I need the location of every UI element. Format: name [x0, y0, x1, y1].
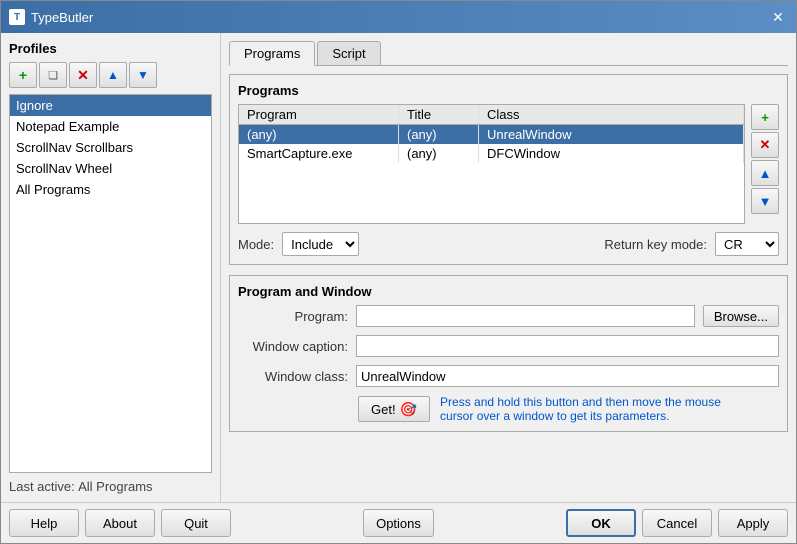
program-row: Program: Browse... [238, 305, 779, 327]
window-class-label: Window class: [238, 369, 348, 384]
get-hint: Press and hold this button and then move… [440, 395, 721, 423]
main-content: Profiles + ❏ ✕ ▲ ▼ IgnoreNotepad Example [1, 33, 796, 502]
table-side-buttons: + ✕ ▲ ▼ [751, 104, 779, 224]
get-icon: 🎯 [400, 401, 417, 418]
help-button[interactable]: Help [9, 509, 79, 537]
cell-program: SmartCapture.exe [239, 144, 399, 163]
cell-class: DFCWindow [479, 144, 744, 163]
profile-item[interactable]: ScrollNav Scrollbars [10, 137, 211, 158]
delete-row-button[interactable]: ✕ [751, 132, 779, 158]
get-label: Get! [371, 402, 396, 417]
last-active: Last active: All Programs [9, 479, 212, 494]
prog-window-group-title: Program and Window [238, 284, 779, 299]
plus-icon: + [761, 110, 769, 125]
cell-title: (any) [399, 144, 479, 163]
mode-select[interactable]: IncludeExclude [282, 232, 359, 256]
quit-button[interactable]: Quit [161, 509, 231, 537]
window-caption-input[interactable] [356, 335, 779, 357]
program-label: Program: [238, 309, 348, 324]
title-bar-left: T TypeButler [9, 9, 93, 25]
programs-group: Programs ProgramTitleClass(any)(any)Unre… [229, 74, 788, 265]
window-class-row: Window class: [238, 365, 779, 387]
about-button[interactable]: About [85, 509, 155, 537]
arrow-down-icon: ▼ [137, 68, 149, 82]
window-class-input[interactable] [356, 365, 779, 387]
profile-item[interactable]: ScrollNav Wheel [10, 158, 211, 179]
col-header-class: Class [479, 105, 744, 124]
tabs: ProgramsScript [229, 41, 788, 66]
delete-profile-button[interactable]: ✕ [69, 62, 97, 88]
cell-title: (any) [399, 125, 479, 144]
add-row-button[interactable]: + [751, 104, 779, 130]
move-row-up-button[interactable]: ▲ [751, 160, 779, 186]
get-row: Get! 🎯 Press and hold this button and th… [238, 395, 779, 423]
move-row-down-button[interactable]: ▼ [751, 188, 779, 214]
return-key-label: Return key mode: [604, 237, 707, 252]
programs-group-title: Programs [238, 83, 779, 98]
profile-list[interactable]: IgnoreNotepad ExampleScrollNav Scrollbar… [9, 94, 212, 473]
move-down-profile-button[interactable]: ▼ [129, 62, 157, 88]
cell-program: (any) [239, 125, 399, 144]
profiles-toolbar: + ❏ ✕ ▲ ▼ [9, 62, 212, 88]
programs-table-container: ProgramTitleClass(any)(any)UnrealWindowS… [238, 104, 779, 224]
plus-icon: + [19, 67, 27, 83]
cell-class: UnrealWindow [479, 125, 744, 144]
apply-button[interactable]: Apply [718, 509, 788, 537]
profiles-title: Profiles [9, 41, 212, 56]
table-header: ProgramTitleClass [239, 105, 744, 125]
get-button[interactable]: Get! 🎯 [358, 396, 430, 422]
table-row[interactable]: (any)(any)UnrealWindow [239, 125, 744, 144]
col-header-title: Title [399, 105, 479, 124]
window-caption-label: Window caption: [238, 339, 348, 354]
profile-item[interactable]: All Programs [10, 179, 211, 200]
mode-row: Mode: IncludeExclude Return key mode: CR… [238, 232, 779, 256]
program-input[interactable] [356, 305, 695, 327]
table-row[interactable]: SmartCapture.exe(any)DFCWindow [239, 144, 744, 163]
window-title: TypeButler [31, 10, 93, 25]
add-profile-button[interactable]: + [9, 62, 37, 88]
col-header-program: Program [239, 105, 399, 124]
profile-item[interactable]: Notepad Example [10, 116, 211, 137]
main-window: T TypeButler ✕ Profiles + ❏ ✕ ▲ [0, 0, 797, 544]
profile-item[interactable]: Ignore [10, 95, 211, 116]
mode-label: Mode: [238, 237, 274, 252]
copy-icon: ❏ [48, 69, 58, 82]
arrow-up-icon: ▲ [107, 68, 119, 82]
right-panel: ProgramsScript Programs ProgramTitleClas… [221, 33, 796, 502]
window-caption-row: Window caption: [238, 335, 779, 357]
move-up-profile-button[interactable]: ▲ [99, 62, 127, 88]
delete-icon: ✕ [760, 137, 771, 153]
programs-table: ProgramTitleClass(any)(any)UnrealWindowS… [238, 104, 745, 224]
copy-profile-button[interactable]: ❏ [39, 62, 67, 88]
prog-window-group: Program and Window Program: Browse... Wi… [229, 275, 788, 432]
arrow-up-icon: ▲ [759, 166, 772, 181]
cancel-button[interactable]: Cancel [642, 509, 712, 537]
ok-button[interactable]: OK [566, 509, 636, 537]
delete-icon: ✕ [77, 67, 89, 84]
title-bar: T TypeButler ✕ [1, 1, 796, 33]
tab-script[interactable]: Script [317, 41, 380, 65]
table-body: (any)(any)UnrealWindowSmartCapture.exe(a… [239, 125, 744, 163]
app-icon: T [9, 9, 25, 25]
arrow-down-icon: ▼ [759, 194, 772, 209]
tab-programs[interactable]: Programs [229, 41, 315, 66]
options-button[interactable]: Options [363, 509, 434, 537]
return-key-select[interactable]: CRLFCRLF [715, 232, 779, 256]
close-button[interactable]: ✕ [768, 7, 788, 27]
left-panel: Profiles + ❏ ✕ ▲ ▼ IgnoreNotepad Example [1, 33, 221, 502]
browse-button[interactable]: Browse... [703, 305, 779, 327]
bottom-bar: Help About Quit Options OK Cancel Apply [1, 502, 796, 543]
